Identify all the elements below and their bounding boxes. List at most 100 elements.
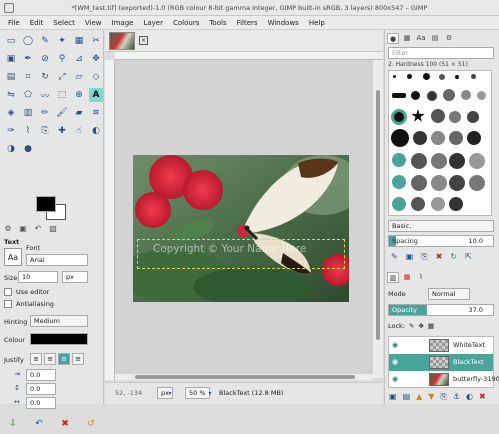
spacing-slider[interactable]: Spacing 10.0 [388,235,494,247]
brush-item[interactable] [413,131,427,145]
hinting-select[interactable]: Medium [30,315,88,327]
align-icon[interactable]: ▤ [4,70,18,84]
brush-item[interactable] [469,175,485,191]
font-preview-icon[interactable]: Aa [4,248,22,266]
flip-icon[interactable]: ⇋ [4,88,18,102]
lock-position-icon[interactable]: ✥ [418,322,423,330]
blur-icon[interactable]: ◐ [89,124,103,138]
brush-item[interactable] [392,175,406,189]
brush-item[interactable] [407,74,412,79]
save-options-icon[interactable]: ⇩ [9,419,17,429]
menu-select[interactable]: Select [48,16,80,30]
canvas-area[interactable]: Copyright © Your Name Here [115,60,373,378]
menu-help[interactable]: Help [304,16,330,30]
gradient-icon[interactable]: ▥ [21,106,35,120]
use-editor-checkbox[interactable] [4,288,12,296]
vertical-scrollbar[interactable] [373,60,383,378]
letter-spacing-field[interactable]: 0.0 [26,397,56,409]
brush-item[interactable] [394,112,404,122]
opacity-slider[interactable]: Opacity 37.0 [388,304,494,316]
layer-row[interactable]: ◉ WhiteText [389,337,493,354]
menu-tools[interactable]: Tools [204,16,231,30]
fonts-tab-icon[interactable]: Aa [415,33,427,44]
watermark-text[interactable]: Copyright © Your Name Here [153,243,306,255]
document-history-tab-icon[interactable]: ▤ [429,33,441,44]
brushes-tab-icon[interactable]: ● [387,33,399,44]
foreground-color[interactable] [36,196,56,212]
menu-layer[interactable]: Layer [138,16,168,30]
brush-item[interactable] [411,175,427,191]
menu-edit[interactable]: Edit [25,16,49,30]
brush-item[interactable] [411,153,427,169]
image-canvas[interactable]: Copyright © Your Name Here [133,155,349,302]
brush-item[interactable] [469,153,485,169]
brush-item[interactable] [431,197,445,211]
brush-item[interactable] [411,109,425,122]
menu-image[interactable]: Image [107,16,139,30]
brush-item[interactable] [471,74,476,79]
clone-icon[interactable]: ⎘ [38,124,52,138]
brush-filter-input[interactable]: Filter [388,47,494,59]
justify-fill-icon[interactable]: ≡ [72,353,84,365]
antialiasing-checkbox[interactable] [4,300,12,308]
brush-item[interactable] [411,91,420,100]
mypaint-brush-icon[interactable]: ⌇ [21,124,35,138]
rect-select-icon[interactable]: ▭ [4,34,18,48]
size-field[interactable]: 10 [18,271,58,283]
handle-transform-icon[interactable]: ⊕ [72,88,86,102]
fuzzy-select-icon[interactable]: ✦ [55,34,69,48]
scissors-icon[interactable]: ✂ [89,34,103,48]
unified-transform-icon[interactable]: ⬚ [55,88,69,102]
brush-item[interactable] [477,91,486,100]
justify-right-icon[interactable]: ≡ [44,353,56,365]
eye-icon[interactable]: ◉ [392,375,398,383]
menu-filters[interactable]: Filters [232,16,263,30]
lower-layer-icon[interactable]: ▼ [428,392,434,402]
brush-item[interactable] [427,91,437,101]
paths-icon[interactable]: ✒ [21,52,35,66]
device-status-tab-icon[interactable]: ▣ [17,224,29,235]
brush-item[interactable] [455,75,459,79]
tool-options-tab-icon[interactable]: ⚙ [2,224,14,235]
brush-item[interactable] [449,175,465,191]
channels-tab-icon[interactable]: ▦ [401,272,413,283]
close-tab-icon[interactable]: × [139,36,148,45]
brush-item[interactable] [443,89,455,101]
brush-item[interactable] [411,197,425,211]
shear-icon[interactable]: ▱ [72,70,86,84]
brush-item[interactable] [461,90,471,100]
refresh-brushes-icon[interactable]: ↻ [450,252,457,262]
new-group-icon[interactable]: ▤ [403,392,411,402]
mode-select[interactable]: Normal [428,288,470,300]
tool-presets-tab-icon[interactable]: ⚙ [443,33,455,44]
reset-options-icon[interactable]: ↺ [87,419,95,429]
ellipse-select-icon[interactable]: ◯ [21,34,35,48]
dodge-burn-icon[interactable]: ◑ [4,142,18,156]
eraser-icon[interactable]: ▰ [72,106,86,120]
airbrush-icon[interactable]: ≋ [89,106,103,120]
brush-item[interactable] [431,153,447,169]
measure-icon[interactable]: ⊿ [72,52,86,66]
delete-layer-icon[interactable]: ✖ [479,392,486,402]
lock-alpha-icon[interactable]: ▦ [428,322,434,330]
open-brush-icon[interactable]: ⇱ [465,252,472,262]
mask-layer-icon[interactable]: ◐ [466,392,473,402]
paths-tab-icon[interactable]: ⌇ [415,272,427,283]
crop-icon[interactable]: ⌗ [21,70,35,84]
pencil-icon[interactable]: ✏ [38,106,52,120]
brush-item[interactable] [431,109,445,123]
fg-bg-color-swatch[interactable] [36,196,68,222]
anchor-layer-icon[interactable]: ⚓ [453,392,460,402]
brush-set-select[interactable]: Basic, [388,220,494,232]
restore-options-icon[interactable]: ↶ [35,419,43,429]
indent-field[interactable]: 0.0 [26,369,56,381]
line-spacing-field[interactable]: 0.0 [26,383,56,395]
brush-item[interactable] [391,129,409,147]
brush-item[interactable] [423,73,430,80]
brush-item[interactable] [392,197,406,211]
bucket-fill-icon[interactable]: ◈ [4,106,18,120]
heal-icon[interactable]: ✚ [55,124,69,138]
paintbrush-icon[interactable]: 🖌 [55,106,69,120]
layer-row-selected[interactable]: ◉ BlackText [389,354,493,371]
free-select-icon[interactable]: ✎ [38,34,52,48]
